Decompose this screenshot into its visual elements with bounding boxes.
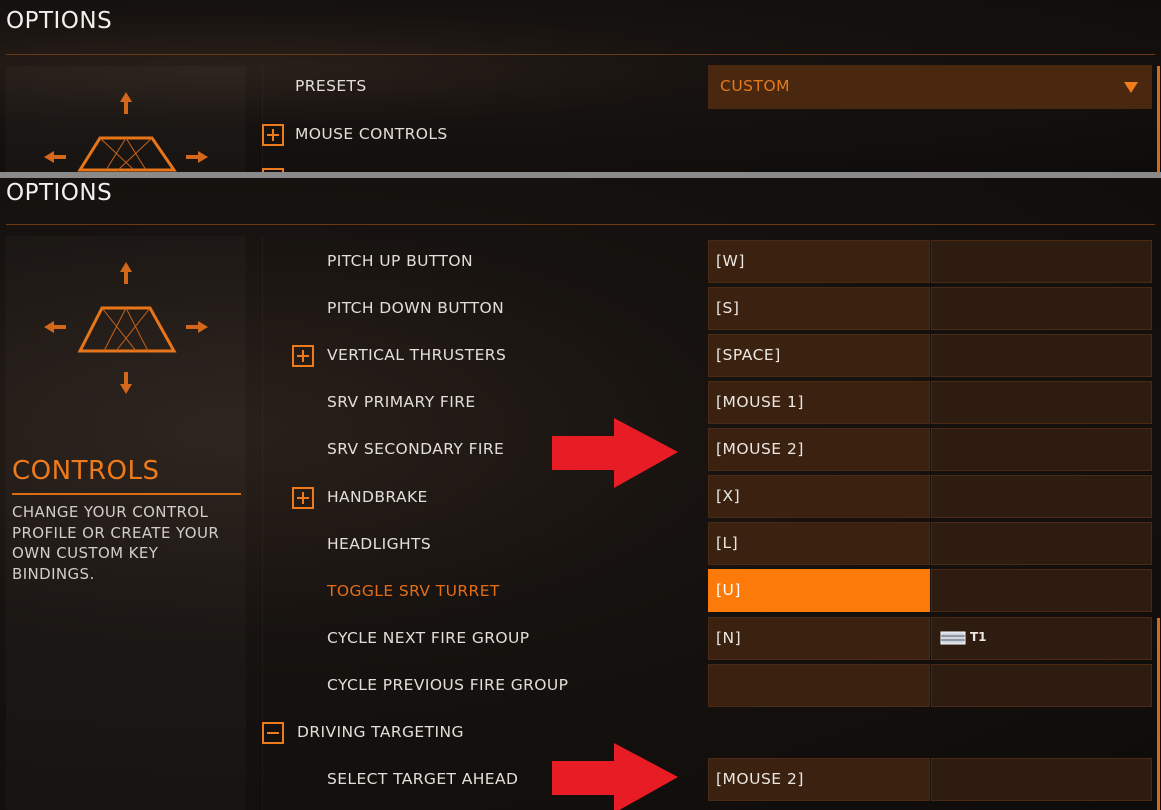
expand-icon[interactable] [292,345,314,367]
ship-controls-icon [44,92,208,172]
ship-graphic-box [6,66,246,172]
secondary-binding[interactable] [931,475,1152,518]
binding-label[interactable]: CYCLE NEXT FIRE GROUP [327,629,530,647]
mouse-controls-label[interactable]: MOUSE CONTROLS [295,125,448,143]
primary-binding[interactable] [708,664,930,707]
binding-label[interactable]: HANDBRAKE [327,488,428,506]
options-title: OPTIONS [6,180,113,206]
binding-label[interactable]: SELECT TARGET AHEAD [327,770,518,788]
secondary-binding[interactable] [931,240,1152,283]
secondary-binding[interactable] [931,522,1152,565]
scrollbar[interactable] [1157,618,1160,810]
options-title: OPTIONS [6,8,113,34]
expand-icon[interactable] [292,487,314,509]
ship-controls-icon [44,262,208,394]
presets-dropdown[interactable]: CUSTOM [708,65,1152,109]
primary-binding[interactable]: [L] [708,522,930,565]
primary-binding[interactable]: [S] [708,287,930,330]
binding-label[interactable]: PITCH UP BUTTON [327,252,473,270]
secondary-binding[interactable] [931,287,1152,330]
binding-label[interactable]: SRV PRIMARY FIRE [327,393,476,411]
heading-underline [12,493,241,495]
expand-icon[interactable] [262,124,284,146]
binding-label-active[interactable]: TOGGLE SRV TURRET [327,582,500,600]
hotas-device-icon [940,631,966,645]
presets-selected-value: CUSTOM [720,77,791,95]
title-divider [6,54,1155,55]
chevron-down-icon [1124,82,1138,93]
binding-label[interactable]: CYCLE PREVIOUS FIRE GROUP [327,676,568,694]
primary-binding[interactable]: [SPACE] [708,334,930,377]
primary-binding[interactable]: [MOUSE 2] [708,428,930,471]
presets-label: PRESETS [295,77,367,95]
collapse-icon[interactable] [262,722,284,744]
annotation-arrow-icon [552,418,678,488]
secondary-binding[interactable] [931,569,1152,612]
options-panel-top: OPTIONS PRESETS CUSTOM MOUSE CONTROLS [0,0,1161,172]
section-heading: CONTROLS [12,456,160,486]
primary-binding[interactable]: [X] [708,475,930,518]
primary-binding[interactable]: [MOUSE 2] [708,758,930,801]
secondary-binding[interactable]: T1 [931,617,1152,660]
secondary-binding[interactable] [931,758,1152,801]
binding-label[interactable]: HEADLIGHTS [327,535,431,553]
annotation-arrow-icon [552,743,678,810]
section-description: CHANGE YOUR CONTROL PROFILE OR CREATE YO… [12,503,220,583]
section-label[interactable]: DRIVING TARGETING [297,723,464,741]
options-panel-main: OPTIONS CONTROLS CHANGE YOUR CONTROL PRO… [0,178,1161,810]
secondary-binding[interactable] [931,334,1152,377]
column-separator [262,66,263,172]
primary-binding-selected[interactable]: [U] [708,569,930,612]
binding-label[interactable]: VERTICAL THRUSTERS [327,346,506,364]
binding-label[interactable]: PITCH DOWN BUTTON [327,299,504,317]
secondary-binding[interactable] [931,428,1152,471]
primary-binding[interactable]: [MOUSE 1] [708,381,930,424]
primary-binding[interactable]: [W] [708,240,930,283]
binding-label[interactable]: SRV SECONDARY FIRE [327,440,504,458]
secondary-binding-text: T1 [970,630,987,644]
scrollbar[interactable] [1157,66,1160,172]
secondary-binding[interactable] [931,664,1152,707]
title-divider [6,224,1155,225]
secondary-binding[interactable] [931,381,1152,424]
primary-binding[interactable]: [N] [708,617,930,660]
